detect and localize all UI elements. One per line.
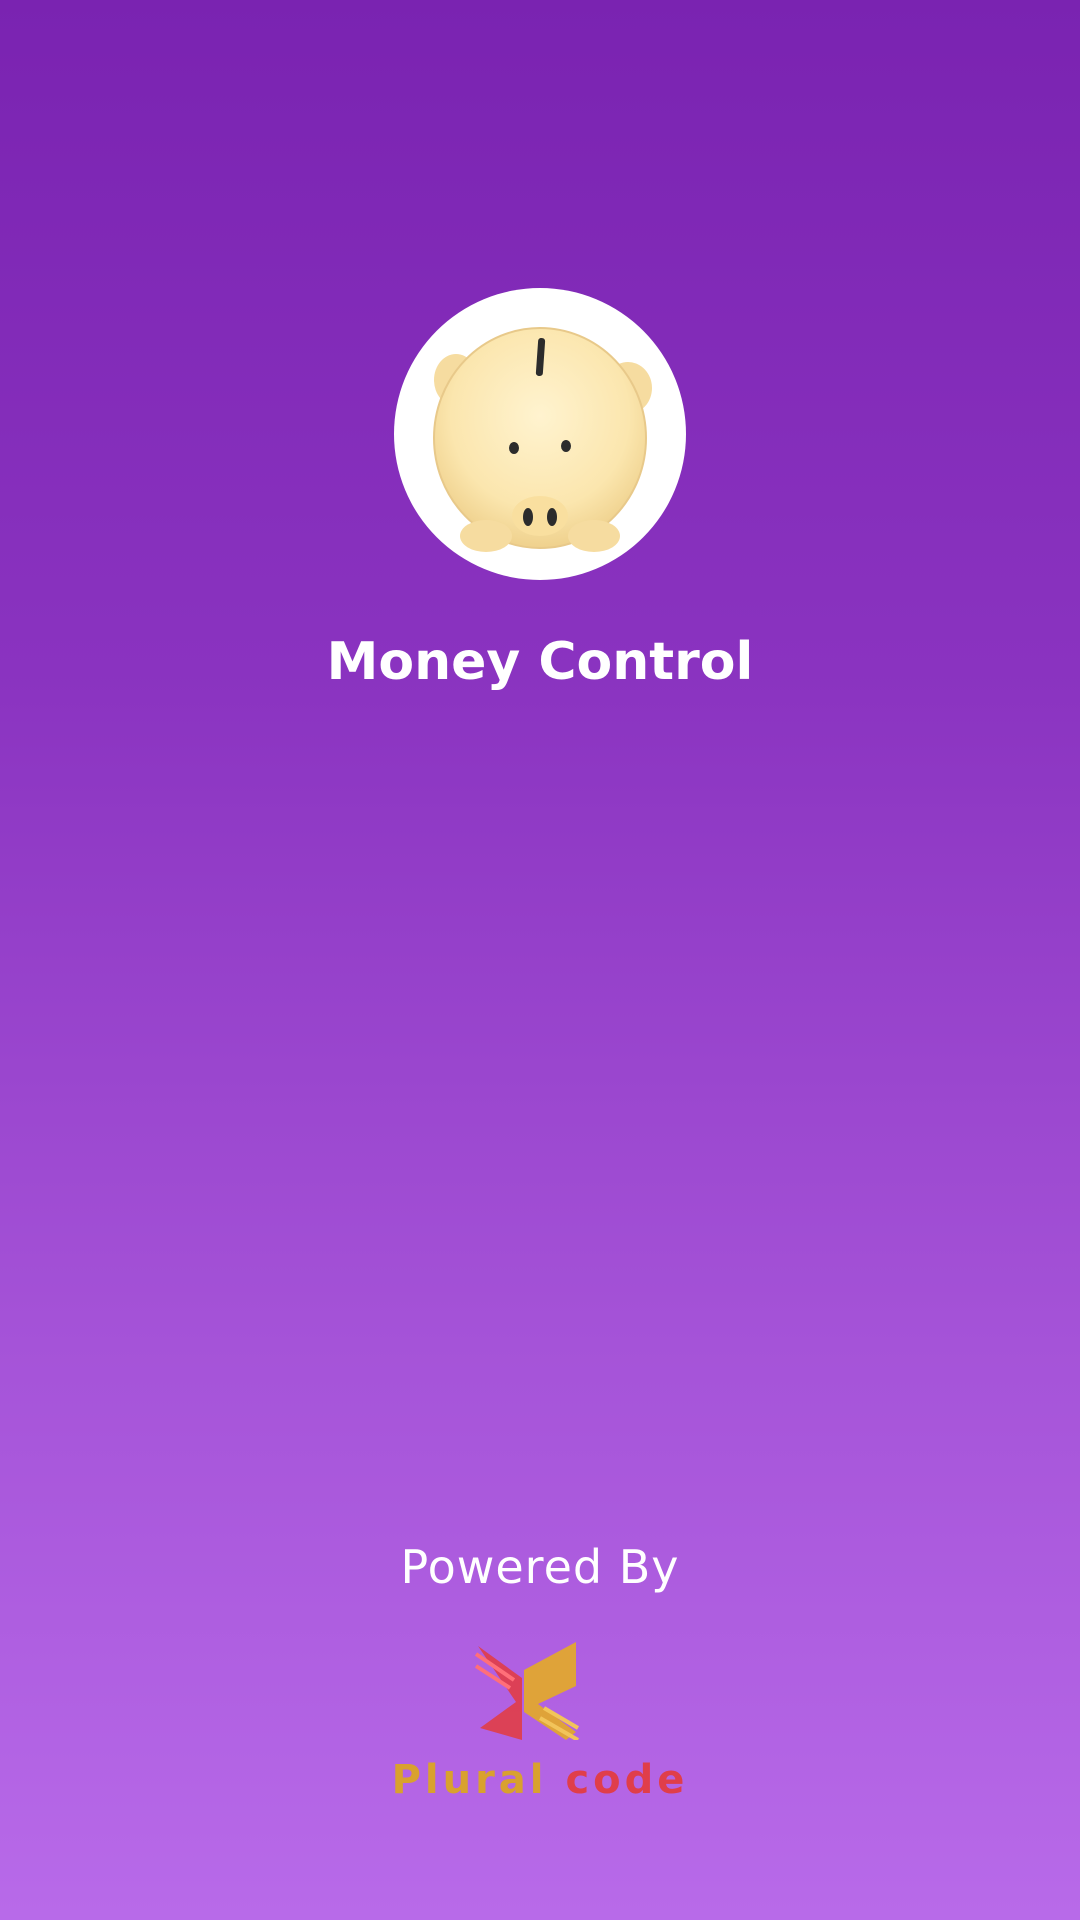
app-logo [394, 288, 686, 580]
plural-code-logo-icon [474, 1642, 580, 1740]
brand-name-part-1: Plural [391, 1757, 548, 1803]
brand-name-part-2: code [565, 1757, 689, 1803]
brand-name: Plural code [0, 1757, 1080, 1803]
splash-screen: Money Control Powered By Plural code [0, 0, 1080, 1920]
app-title: Money Control [326, 632, 754, 692]
powered-by-label: Powered By [400, 1540, 680, 1594]
piggy-bank-icon [433, 327, 652, 552]
